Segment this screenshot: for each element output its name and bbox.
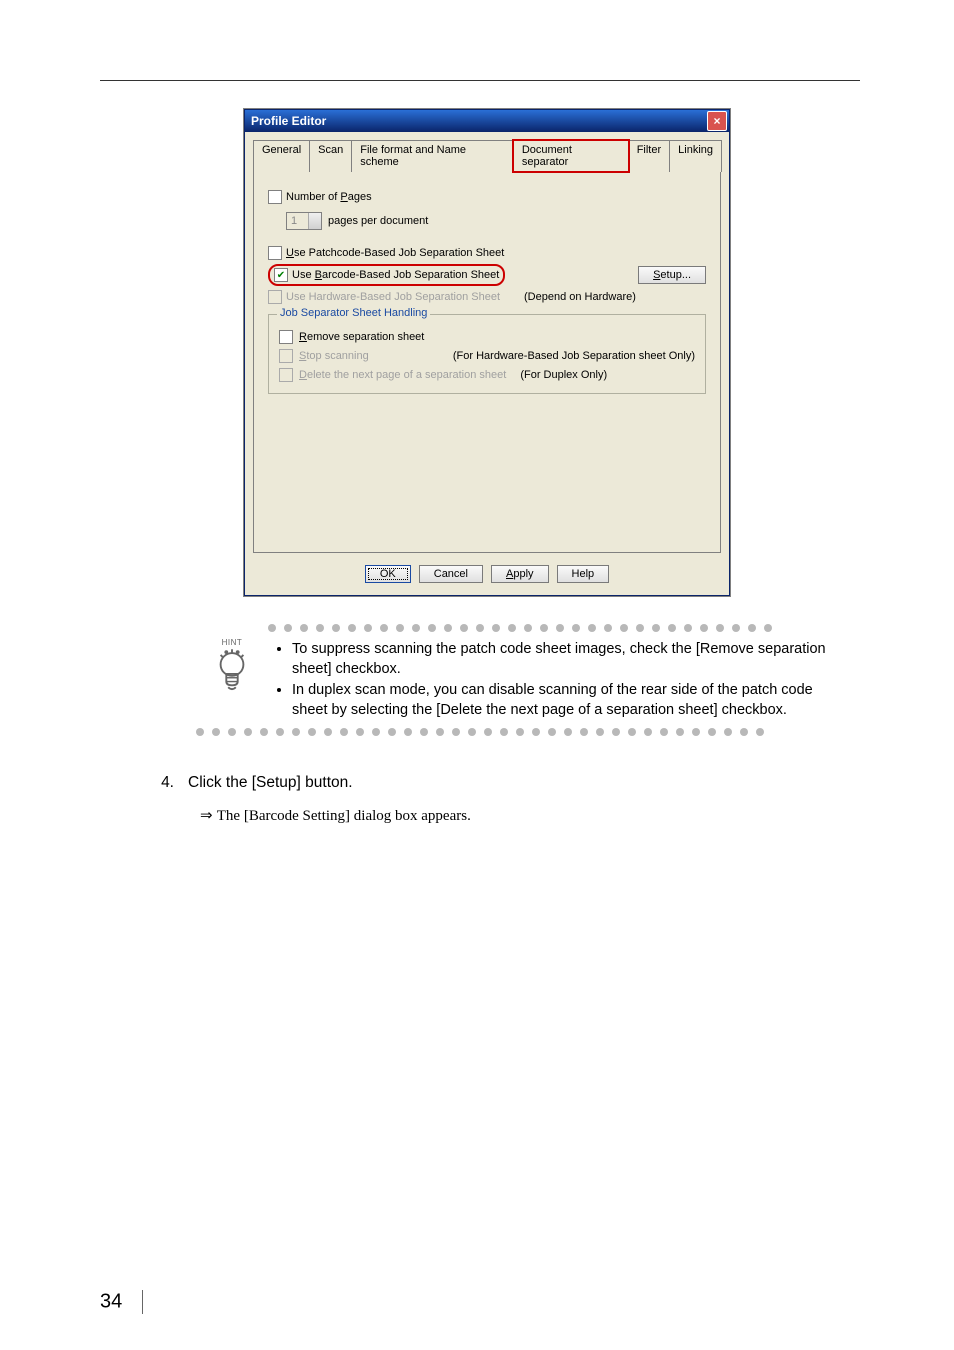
step-4: 4. Click the [Setup] button. [144,774,874,792]
note-stop-scanning: (For Hardware-Based Job Separation sheet… [453,350,695,362]
label-use-hardware: Use Hardware-Based Job Separation Sheet [286,291,500,303]
ok-button[interactable]: OK [365,565,411,583]
tab-panel-document-separator: Number of Pages 1 pages per document Use… [253,171,721,553]
setup-button[interactable]: Setup... [638,266,706,284]
hint-top-dots [268,624,836,632]
groupbox-job-separator-handling: Job Separator Sheet Handling Remove sepa… [268,314,706,394]
tab-filter[interactable]: Filter [628,140,670,172]
tab-file-format[interactable]: File format and Name scheme [351,140,514,172]
profile-editor-dialog: Profile Editor × General Scan File forma… [244,109,730,596]
groupbox-title: Job Separator Sheet Handling [277,307,430,319]
label-remove-separation: Remove separation sheet [299,331,424,343]
spinner-pages[interactable]: 1 [286,212,322,230]
tab-scan[interactable]: Scan [309,140,352,172]
hint-block: HINT To suppress scanning the patch code… [196,620,836,744]
hint-bottom-dots [196,728,836,736]
note-delete-next-page: (For Duplex Only) [520,369,607,381]
step-text: Click the [Setup] button. [188,774,353,792]
help-button[interactable]: Help [557,565,610,583]
hint-list: To suppress scanning the patch code shee… [268,640,836,720]
tab-document-separator[interactable]: Document separator [513,140,629,172]
apply-button[interactable]: Apply [491,565,549,583]
step-number: 4. [144,774,174,792]
checkbox-delete-next-page [279,368,293,382]
label-number-of-pages: Number of Pages [286,191,372,203]
checkbox-use-patchcode[interactable] [268,246,282,260]
lightbulb-icon [213,649,251,697]
dialog-tabs: General Scan File format and Name scheme… [253,140,721,172]
page-header-rule [100,80,860,81]
dialog-title: Profile Editor [251,114,326,128]
page-number: 34 [100,1290,143,1314]
label-pages-per-document: pages per document [328,215,428,227]
hint-label: HINT [222,638,243,647]
dialog-titlebar: Profile Editor × [245,110,729,132]
step-result: ⇒ The [Barcode Setting] dialog box appea… [200,806,874,825]
highlighted-barcode-option: Use Barcode-Based Job Separation Sheet [268,264,505,286]
label-use-barcode: Use Barcode-Based Job Separation Sheet [292,269,499,281]
checkbox-number-of-pages[interactable] [268,190,282,204]
checkbox-use-barcode[interactable] [274,268,288,282]
checkbox-remove-separation[interactable] [279,330,293,344]
hint-item-1: To suppress scanning the patch code shee… [292,640,836,679]
cancel-button[interactable]: Cancel [419,565,483,583]
tab-linking[interactable]: Linking [669,140,722,172]
label-use-patchcode: Use Patchcode-Based Job Separation Sheet [286,247,504,259]
close-icon[interactable]: × [707,111,727,131]
tab-general[interactable]: General [253,140,310,172]
dialog-button-bar: OK Cancel Apply Help [253,565,721,583]
label-stop-scanning: Stop scanning [299,350,369,362]
checkbox-stop-scanning [279,349,293,363]
result-text: The [Barcode Setting] dialog box appears… [217,808,471,824]
arrow-icon: ⇒ [200,807,217,824]
label-delete-next-page: Delete the next page of a separation she… [299,369,506,381]
hint-item-2: In duplex scan mode, you can disable sca… [292,681,836,720]
label-depend-hw: (Depend on Hardware) [524,291,636,303]
checkbox-use-hardware [268,290,282,304]
